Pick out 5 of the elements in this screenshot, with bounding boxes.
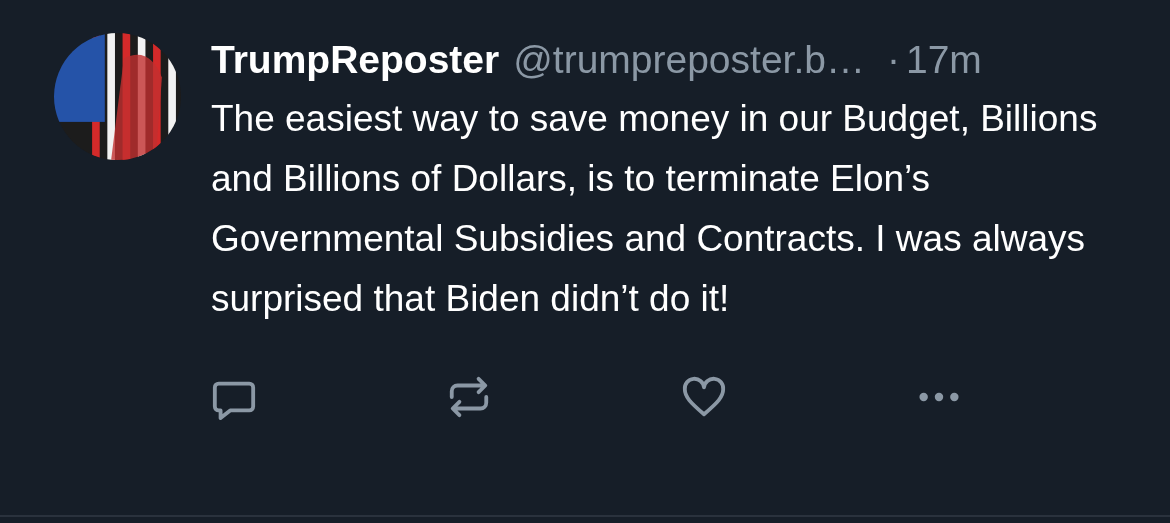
author-handle[interactable]: @trumpreposter.b…	[513, 33, 865, 87]
separator-dot: ·	[886, 37, 900, 83]
post-text: The easiest way to save money in our Budget, Billions and Billions of Dollars, is to terminate Elon’s Governmental Subsidies and Contracts. I was always surprised that Biden didn’t do it!	[211, 97, 1099, 321]
post-time[interactable]: 17m	[905, 33, 982, 87]
author-name[interactable]: TrumpReposter	[211, 33, 500, 87]
